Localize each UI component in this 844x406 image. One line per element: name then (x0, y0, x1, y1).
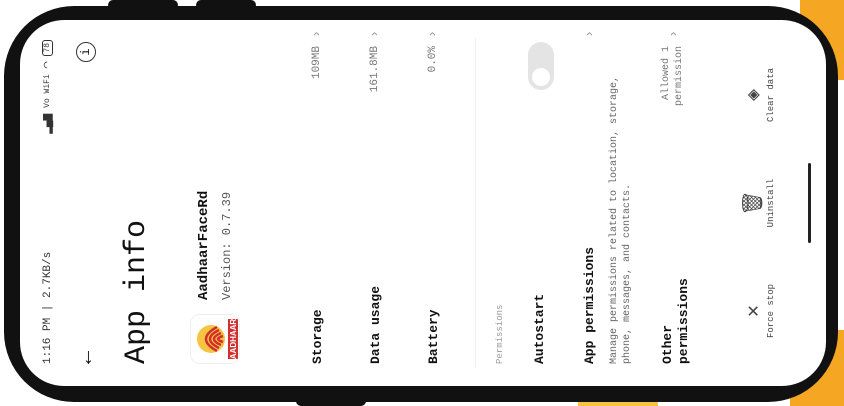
chevron-right-icon: › (666, 30, 681, 38)
app-icon: AADHAAR (190, 314, 240, 364)
close-icon: ✕ (743, 304, 766, 318)
row-value: 0.0% (427, 46, 439, 73)
aadhaar-icon-text: AADHAAR (229, 319, 238, 360)
other-permissions-row[interactable]: Other permissions (660, 244, 692, 364)
app-name: AadhaarFaceRd (196, 190, 212, 300)
phone-screen: 1:16 PM | 2.7KB/s ▂▄▆ Vo WiFi ◠ 78 ← i A… (20, 20, 826, 386)
status-time: 1:16 PM | 2.7KB/s (42, 251, 54, 364)
section-label: Permissions (495, 304, 505, 364)
autostart-label: Autostart (532, 293, 547, 364)
info-icon[interactable]: i (76, 42, 96, 62)
battery-row[interactable]: Battery 0.0% › (418, 20, 448, 386)
storage-row[interactable]: Storage 109MB › (302, 20, 332, 386)
data-usage-row[interactable]: Data usage 161.8MB › (360, 20, 390, 386)
side-button (296, 396, 366, 406)
back-arrow-icon[interactable]: ← (74, 351, 99, 364)
clear-data-label: Clear data (766, 68, 776, 123)
battery-icon: 78 (41, 40, 53, 56)
toggle-knob (532, 68, 550, 86)
chevron-right-icon: › (425, 30, 440, 38)
aadhaar-logo-icon: AADHAAR (191, 315, 239, 363)
page-title: App info (120, 219, 154, 364)
chevron-right-icon: › (309, 30, 324, 38)
chevron-right-icon: › (582, 30, 597, 38)
volume-button (196, 0, 256, 10)
row-label: Storage (310, 309, 325, 364)
divider (475, 38, 476, 368)
row-label: Data usage (368, 285, 383, 364)
row-value: 161.8MB (369, 46, 381, 93)
status-icons: ▂▄▆ Vo WiFi ◠ 78 (40, 40, 54, 134)
autostart-toggle[interactable] (528, 42, 554, 90)
signal-icon: ▂▄▆ (42, 113, 54, 134)
row-value: 109MB (311, 46, 323, 80)
force-stop-label: Force stop (766, 284, 776, 339)
force-stop-button[interactable]: ✕ Force stop (740, 276, 776, 346)
vowifi-label: Vo WiFi (42, 74, 52, 108)
other-permissions-value: Allowed 1 permission (661, 46, 685, 107)
wifi-icon: ◠ (42, 61, 54, 69)
row-label: Battery (426, 309, 441, 364)
app-permissions-row[interactable]: App permissions (582, 247, 597, 364)
trash-icon: 🗑 (743, 190, 766, 216)
volume-button (108, 0, 178, 10)
eraser-icon: ◈ (743, 88, 766, 102)
uninstall-button[interactable]: 🗑 Uninstall (740, 168, 776, 238)
home-indicator[interactable] (808, 163, 811, 243)
battery-level: 78 (42, 43, 52, 53)
chevron-right-icon: › (367, 30, 382, 38)
uninstall-label: Uninstall (766, 178, 776, 228)
app-version: Version: 0.7.39 (220, 191, 234, 300)
clear-data-button[interactable]: ◈ Clear data (740, 60, 776, 130)
app-permissions-description: Manage permissions related to location, … (609, 75, 633, 364)
